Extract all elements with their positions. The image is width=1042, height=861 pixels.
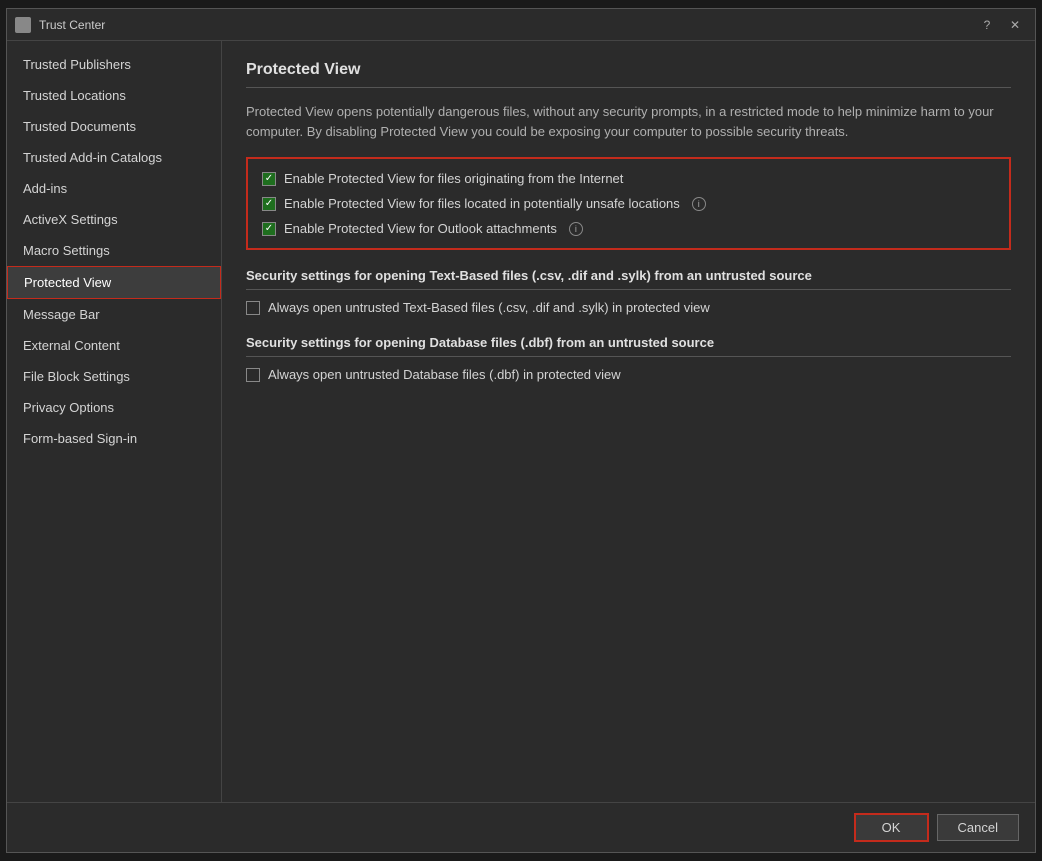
checkbox-label-text-based: Always open untrusted Text-Based files (… [268, 300, 710, 315]
text-based-title: Security settings for opening Text-Based… [246, 268, 1011, 283]
ok-button[interactable]: OK [854, 813, 929, 842]
checkbox-database[interactable] [246, 368, 260, 382]
checkbox-row-unsafe-locations: ✓ Enable Protected View for files locate… [262, 196, 995, 211]
database-section: Security settings for opening Database f… [246, 335, 1011, 382]
checkbox-row-text-based: Always open untrusted Text-Based files (… [246, 300, 1011, 315]
sidebar-item-privacy-options[interactable]: Privacy Options [7, 392, 221, 423]
sidebar-item-activex-settings[interactable]: ActiveX Settings [7, 204, 221, 235]
checkmark-unsafe: ✓ [265, 199, 273, 209]
checkbox-row-internet: ✓ Enable Protected View for files origin… [262, 171, 995, 186]
sidebar-item-message-bar[interactable]: Message Bar [7, 299, 221, 330]
checkbox-internet[interactable]: ✓ [262, 172, 276, 186]
checkmark-internet: ✓ [265, 174, 273, 184]
dialog-title: Trust Center [39, 18, 105, 32]
app-icon [15, 17, 31, 33]
protected-view-checkboxes-box: ✓ Enable Protected View for files origin… [246, 157, 1011, 250]
checkbox-text-based[interactable] [246, 301, 260, 315]
text-based-divider [246, 289, 1011, 290]
sidebar-item-file-block-settings[interactable]: File Block Settings [7, 361, 221, 392]
dialog-footer: OK Cancel [7, 802, 1035, 852]
section-description: Protected View opens potentially dangero… [246, 102, 1011, 141]
checkbox-label-internet: Enable Protected View for files originat… [284, 171, 623, 186]
title-bar-buttons: ? ✕ [975, 13, 1027, 37]
main-content: Protected View Protected View opens pote… [222, 41, 1035, 802]
close-button[interactable]: ✕ [1003, 13, 1027, 37]
section-title: Protected View [246, 61, 1011, 79]
sidebar-item-trusted-locations[interactable]: Trusted Locations [7, 80, 221, 111]
title-bar: Trust Center ? ✕ [7, 9, 1035, 41]
sidebar-item-macro-settings[interactable]: Macro Settings [7, 235, 221, 266]
sidebar-item-external-content[interactable]: External Content [7, 330, 221, 361]
section-divider [246, 87, 1011, 88]
checkbox-row-outlook: ✓ Enable Protected View for Outlook atta… [262, 221, 995, 236]
help-button[interactable]: ? [975, 13, 999, 37]
title-bar-left: Trust Center [15, 17, 105, 33]
cancel-button[interactable]: Cancel [937, 814, 1019, 841]
text-based-section: Security settings for opening Text-Based… [246, 268, 1011, 315]
sidebar-item-trusted-documents[interactable]: Trusted Documents [7, 111, 221, 142]
sidebar-item-trusted-publishers[interactable]: Trusted Publishers [7, 49, 221, 80]
trust-center-dialog: Trust Center ? ✕ Trusted Publishers Trus… [6, 8, 1036, 853]
info-icon-unsafe[interactable]: i [692, 197, 706, 211]
checkmark-outlook: ✓ [265, 224, 273, 234]
sidebar-item-protected-view[interactable]: Protected View [7, 266, 221, 299]
dialog-body: Trusted Publishers Trusted Locations Tru… [7, 41, 1035, 802]
info-icon-outlook[interactable]: i [569, 222, 583, 236]
sidebar: Trusted Publishers Trusted Locations Tru… [7, 41, 222, 802]
checkbox-unsafe-locations[interactable]: ✓ [262, 197, 276, 211]
checkbox-label-outlook: Enable Protected View for Outlook attach… [284, 221, 557, 236]
checkbox-label-unsafe: Enable Protected View for files located … [284, 196, 680, 211]
sidebar-item-form-based-sign-in[interactable]: Form-based Sign-in [7, 423, 221, 454]
checkbox-row-database: Always open untrusted Database files (.d… [246, 367, 1011, 382]
database-title: Security settings for opening Database f… [246, 335, 1011, 350]
database-divider [246, 356, 1011, 357]
sidebar-item-trusted-add-in-catalogs[interactable]: Trusted Add-in Catalogs [7, 142, 221, 173]
sidebar-item-add-ins[interactable]: Add-ins [7, 173, 221, 204]
checkbox-label-database: Always open untrusted Database files (.d… [268, 367, 621, 382]
checkbox-outlook[interactable]: ✓ [262, 222, 276, 236]
